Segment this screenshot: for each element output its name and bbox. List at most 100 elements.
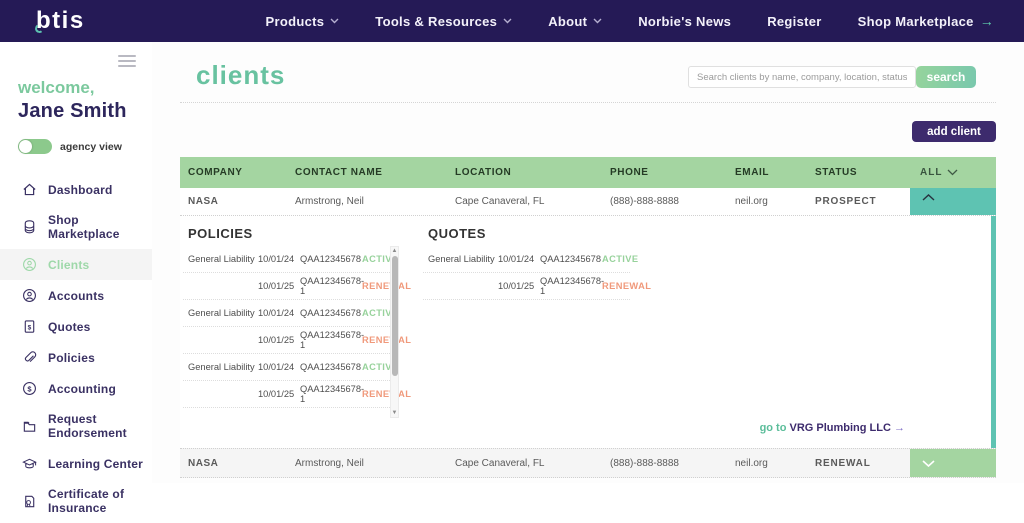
quotes-list: General Liability 10/01/24 QAA12345678 A… [423, 246, 651, 300]
expand-row-button[interactable] [910, 449, 996, 477]
main-content: clients search add client COMPANY CONTAC… [152, 42, 1024, 483]
collapse-row-button[interactable] [910, 188, 996, 215]
sidebar-item-clients[interactable]: Clients [0, 249, 152, 280]
chevron-down-icon [330, 18, 339, 24]
policy-number: QAA12345678-1 [300, 330, 365, 350]
user-name: Jane Smith [18, 100, 127, 122]
clients-table: COMPANY CONTACT NAME LOCATION PHONE EMAI… [180, 157, 996, 478]
nav-products[interactable]: Products [266, 14, 340, 29]
person-circle-icon [23, 289, 36, 302]
nav-products-label: Products [265, 13, 325, 29]
nav-norbies-news[interactable]: Norbie's News [638, 14, 731, 29]
sidebar-item-label: Shop Marketplace [48, 213, 120, 241]
status-filter-label: ALL [920, 167, 943, 178]
sidebar-item-policies[interactable]: Policies [0, 342, 152, 373]
hamburger-menu-icon[interactable] [118, 52, 136, 70]
status-badge: RENEWAL [815, 457, 871, 469]
policy-date: 10/01/25 [258, 335, 295, 345]
quote-row[interactable]: General Liability 10/01/24 QAA12345678 A… [423, 246, 638, 273]
goto-client-link[interactable]: go to VRG Plumbing LLC → [760, 422, 905, 434]
sidebar-item-learning-center[interactable]: Learning Center [0, 448, 152, 479]
policies-list: General Liability 10/01/24 QAA12345678 A… [183, 246, 411, 408]
quote-row[interactable]: 10/01/25 QAA12345678-1 RENEWAL [423, 273, 651, 300]
btis-logo[interactable]: btis [34, 7, 85, 35]
policy-coverage: General Liability [188, 254, 255, 264]
chevron-down-icon [593, 18, 602, 24]
quote-status: RENEWAL [602, 281, 652, 291]
policy-row[interactable]: 10/01/25 QAA12345678-1 RENEWAL [183, 273, 411, 300]
policy-row[interactable]: General Liability 10/01/24 QAA12345678 A… [183, 246, 398, 273]
paperclip-icon [24, 351, 37, 363]
policy-coverage: General Liability [188, 362, 255, 372]
policy-row[interactable]: 10/01/25 QAA12345678-1 RENEWAL [183, 381, 411, 408]
nav-norbies-news-label: Norbie's News [638, 13, 732, 29]
quote-number: QAA12345678 [540, 254, 601, 264]
policy-number: QAA12345678-1 [300, 276, 365, 296]
agency-view-label: agency view [60, 140, 122, 153]
policy-row[interactable]: 10/01/25 QAA12345678-1 RENEWAL [183, 327, 411, 354]
nav-shop-marketplace[interactable]: Shop Marketplace → [858, 13, 994, 29]
sidebar-item-dashboard[interactable]: Dashboard [0, 174, 152, 205]
svg-text:$: $ [28, 324, 32, 331]
nav-register[interactable]: Register [767, 14, 821, 29]
company-link[interactable]: NASA [180, 196, 295, 207]
certificate-icon [25, 495, 35, 507]
phone-cell: (888)-888-8888 [610, 457, 679, 469]
column-header-email: EMAIL [735, 167, 770, 178]
nav-about[interactable]: About [548, 14, 602, 29]
policy-number: QAA12345678 [300, 254, 361, 264]
status-badge: PROSPECT [815, 196, 877, 207]
agency-view-toggle-row: agency view [18, 139, 152, 154]
sidebar-item-accounts[interactable]: Accounts [0, 280, 152, 311]
sidebar-item-label: Quotes [48, 319, 91, 334]
chevron-down-icon [503, 18, 512, 24]
email-cell: neil.org [735, 457, 768, 469]
dollar-circle-icon: $ [23, 382, 36, 395]
nav-tools-resources[interactable]: Tools & Resources [375, 14, 512, 29]
scroll-up-arrow-icon[interactable]: ▲ [391, 247, 398, 255]
contact-name-cell: Armstrong, Neil [295, 457, 364, 469]
quote-date: 10/01/24 [498, 254, 535, 264]
scrollbar-thumb[interactable] [391, 256, 398, 376]
folder-icon [23, 421, 36, 432]
table-row[interactable]: NASA Armstrong, Neil Cape Canaveral, FL … [180, 188, 996, 216]
policy-date: 10/01/25 [258, 281, 295, 291]
agency-view-toggle[interactable] [18, 139, 52, 154]
search-button[interactable]: search [916, 66, 976, 88]
column-header-location: LOCATION [455, 167, 512, 178]
policy-date: 10/01/24 [258, 254, 295, 264]
location-cell: Cape Canaveral, FL [455, 457, 545, 469]
sidebar-item-label: Request Endorsement [48, 412, 127, 440]
top-nav-menu: Products Tools & Resources About Norbie'… [266, 13, 994, 29]
policy-row[interactable]: General Liability 10/01/24 QAA12345678 A… [183, 354, 398, 381]
top-navigation-bar: btis Products Tools & Resources About No… [0, 0, 1024, 42]
arrow-right-icon: → [894, 422, 905, 434]
add-client-button[interactable]: add client [912, 121, 996, 142]
company-link[interactable]: NASA [180, 458, 295, 469]
svg-text:$: $ [27, 384, 32, 393]
policies-section-title: POLICIES [188, 226, 253, 241]
policy-number: QAA12345678 [300, 362, 361, 372]
quote-date: 10/01/25 [498, 281, 535, 291]
sidebar-item-request-endorsement[interactable]: Request Endorsement [0, 404, 152, 448]
sidebar: welcome, Jane Smith agency view Dashboar… [0, 42, 152, 515]
column-header-status: STATUS [815, 167, 858, 178]
nav-shop-marketplace-label: Shop Marketplace [857, 13, 974, 29]
arrow-right-icon: → [979, 13, 994, 29]
status-filter-dropdown[interactable]: ALL [910, 167, 996, 178]
sidebar-item-label: Certificate of Insurance [48, 487, 125, 515]
client-detail-panel: POLICIES QUOTES General Liability 10/01/… [180, 216, 996, 448]
location-cell: Cape Canaveral, FL [455, 196, 545, 207]
page-title: clients [196, 60, 286, 90]
search-input[interactable] [688, 66, 916, 88]
sidebar-item-certificate-of-insurance[interactable]: Certificate of Insurance [0, 479, 152, 523]
policy-row[interactable]: General Liability 10/01/24 QAA12345678 A… [183, 300, 398, 327]
sidebar-item-accounting[interactable]: $ Accounting [0, 373, 152, 404]
sidebar-item-label: Clients [48, 257, 90, 272]
policy-number: QAA12345678 [300, 308, 361, 318]
scroll-down-arrow-icon[interactable]: ▼ [391, 409, 398, 417]
sidebar-item-quotes[interactable]: $ Quotes [0, 311, 152, 342]
sidebar-item-shop-marketplace[interactable]: Shop Marketplace [0, 205, 152, 249]
policies-scrollbar[interactable]: ▲ ▼ [390, 246, 399, 418]
table-row[interactable]: NASA Armstrong, Neil Cape Canaveral, FL … [180, 448, 996, 478]
